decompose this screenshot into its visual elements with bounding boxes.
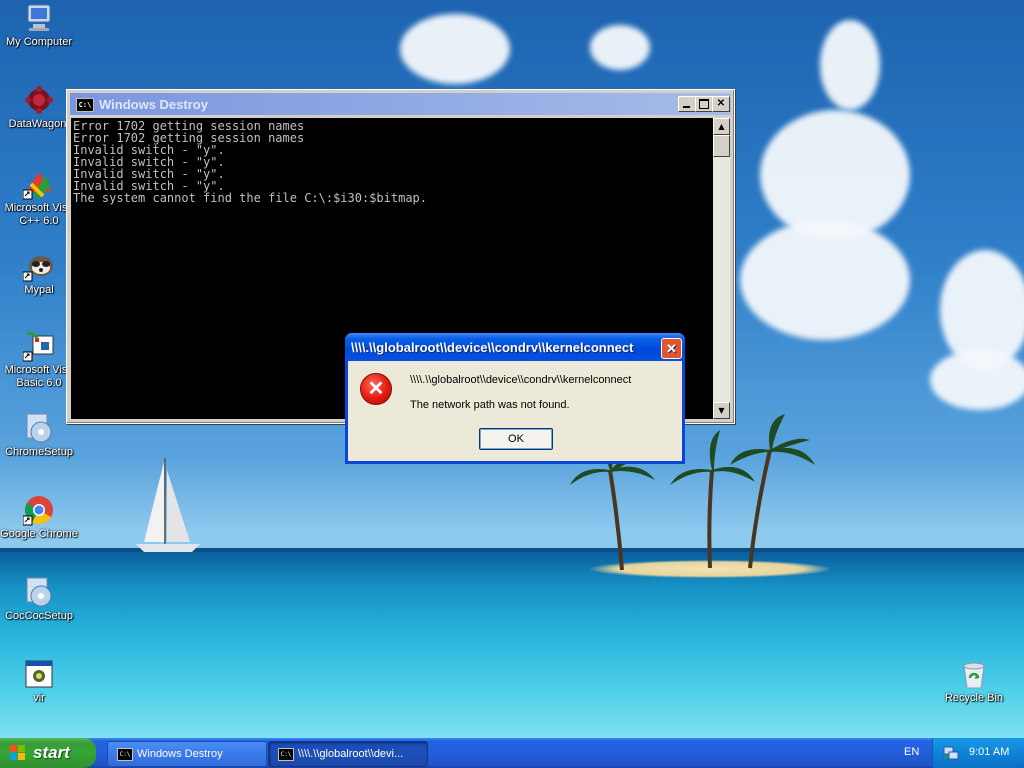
console-line: The system cannot find the file C:\:$i30…: [73, 191, 428, 205]
visual-cpp-icon: [22, 168, 55, 200]
wallpaper-cloud: [820, 20, 880, 110]
desktop-icon-coccoc-setup[interactable]: CocCocSetup: [0, 576, 78, 623]
google-chrome-icon: [22, 494, 55, 526]
console-title-bar[interactable]: C:\ Windows Destroy ✕: [70, 93, 731, 115]
desktop-icon-vir[interactable]: vir: [0, 658, 78, 705]
desktop-icon-label: vir: [33, 692, 45, 704]
taskbar-button-label: Windows Destroy: [137, 748, 223, 760]
maximize-icon: [699, 99, 709, 109]
arrow-up-icon: ▲: [718, 122, 725, 131]
desktop-icon-label: ChromeSetup: [5, 446, 73, 458]
console-app-icon: C:\: [117, 748, 133, 761]
desktop-icon-my-computer[interactable]: My Computer: [0, 2, 78, 49]
wallpaper-cloud: [400, 14, 510, 84]
console-app-icon[interactable]: C:\: [76, 98, 94, 112]
taskbar: start C:\ Windows Destroy C:\ \\\\.\\glo…: [0, 738, 1024, 768]
scroll-up-button[interactable]: ▲: [713, 118, 730, 135]
taskbar-button-dialog[interactable]: C:\ \\\\.\\globalroot\\devi...: [268, 741, 428, 767]
dialog-message: The network path was not found.: [410, 399, 570, 411]
dialog-close-button[interactable]: ✕: [661, 338, 682, 359]
sailboat: [136, 458, 200, 552]
close-icon: ✕: [666, 341, 677, 356]
recycle-bin-icon: [958, 658, 990, 690]
start-button[interactable]: start: [0, 738, 96, 768]
dialog-title: \\\\.\\globalroot\\device\\condrv\\kerne…: [351, 340, 634, 355]
console-app-icon: C:\: [278, 748, 294, 761]
visual-basic-icon: [22, 330, 55, 362]
start-label: start: [33, 743, 70, 762]
coccoc-setup-icon: [23, 576, 55, 608]
system-tray: 9:01 AM: [932, 738, 1024, 768]
error-icon: ✕: [360, 373, 392, 405]
vir-icon: [23, 658, 55, 690]
dialog-message-path: \\\\.\\globalroot\\device\\condrv\\kerne…: [410, 374, 632, 386]
minimize-button[interactable]: [678, 96, 696, 112]
desktop-icon-label: CocCocSetup: [5, 610, 73, 622]
clock[interactable]: 9:01 AM: [969, 746, 1009, 758]
dialog-body: ✕ \\\\.\\globalroot\\device\\condrv\\ker…: [348, 361, 682, 461]
close-button[interactable]: ✕: [712, 96, 730, 112]
scroll-down-button[interactable]: ▼: [713, 402, 730, 419]
maximize-button[interactable]: [695, 96, 713, 112]
ok-button[interactable]: OK: [479, 428, 553, 450]
desktop-icon-label: My Computer: [5, 36, 73, 48]
close-icon: ✕: [716, 98, 726, 109]
minimize-icon: [683, 106, 690, 108]
desktop-icon-recycle-bin[interactable]: Recycle Bin: [935, 658, 1013, 705]
dialog-title-bar[interactable]: \\\\.\\globalroot\\device\\condrv\\kerne…: [345, 333, 685, 361]
datawagon-icon: [23, 84, 55, 116]
windows-logo-icon: [10, 745, 26, 761]
wallpaper-cloud: [930, 350, 1024, 410]
wallpaper-cloud: [740, 220, 910, 340]
language-indicator[interactable]: EN: [904, 746, 919, 758]
sea: [0, 552, 1024, 738]
desktop: My Computer DataWagon. Microsoft Visu C+…: [0, 0, 1024, 738]
error-dialog[interactable]: \\\\.\\globalroot\\device\\condrv\\kerne…: [345, 333, 685, 464]
scroll-thumb[interactable]: [713, 135, 730, 157]
desktop-icon-label: Recycle Bin: [944, 692, 1004, 704]
arrow-down-icon: ▼: [718, 406, 725, 415]
mypal-icon: [22, 250, 55, 282]
desktop-icon-label: Google Chrome: [0, 528, 78, 540]
my-computer-icon: [23, 2, 55, 34]
taskbar-button-label: \\\\.\\globalroot\\devi...: [298, 748, 404, 760]
console-title: Windows Destroy: [99, 97, 208, 112]
wallpaper-cloud: [590, 25, 650, 70]
taskbar-button-console[interactable]: C:\ Windows Destroy: [107, 741, 267, 767]
desktop-icon-google-chrome[interactable]: Google Chrome: [0, 494, 78, 541]
console-scrollbar[interactable]: ▲ ▼: [713, 118, 730, 419]
network-icon[interactable]: [943, 745, 959, 761]
chrome-setup-icon: [23, 412, 55, 444]
